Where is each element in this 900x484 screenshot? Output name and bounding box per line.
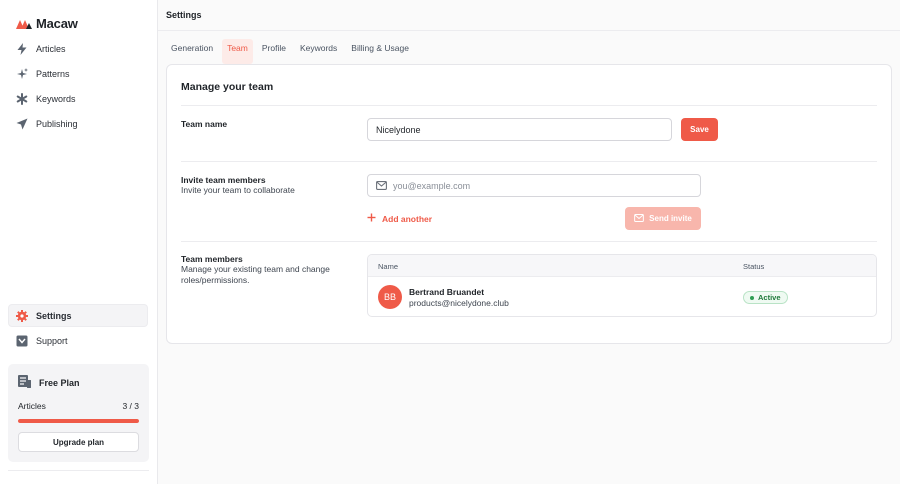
sidebar-item-publishing[interactable]: Publishing	[0, 111, 149, 136]
section-title: Manage your team	[181, 81, 274, 93]
plan-metric-label: Articles	[18, 401, 46, 411]
sidebar-item-label: Patterns	[36, 68, 70, 79]
topbar: Settings	[158, 0, 900, 31]
team-name-value: Nicelydone	[376, 124, 421, 135]
sidebar-nav: Articles Patterns Keywords Publishing	[0, 36, 157, 136]
gear-icon	[16, 309, 28, 322]
sidebar-item-label: Publishing	[36, 118, 78, 129]
status-badge: Active	[743, 291, 788, 304]
plan-title: Free Plan	[39, 377, 80, 388]
sidebar-bottom-nav: Settings Support	[0, 304, 157, 353]
mail-icon	[376, 181, 387, 190]
tab-generation[interactable]: Generation	[166, 39, 218, 64]
main-content: Settings Generation Team Profile Keyword…	[158, 0, 900, 484]
table-row[interactable]: BB Bertrand Bruandet products@nicelydone…	[368, 277, 876, 316]
save-button[interactable]: Save	[681, 118, 718, 141]
column-header-name: Name	[378, 262, 399, 271]
plan-progress-bar	[18, 419, 139, 423]
bolt-icon	[16, 42, 28, 55]
plan-header: Free Plan	[18, 375, 139, 390]
sidebar-item-keywords[interactable]: Keywords	[0, 86, 149, 111]
tab-keywords[interactable]: Keywords	[295, 39, 342, 64]
team-name-label: Team name	[181, 119, 228, 129]
plus-icon	[367, 213, 376, 224]
sidebar-item-label: Support	[36, 335, 68, 346]
invite-members-description: Invite your team to collaborate	[181, 185, 295, 195]
tab-team[interactable]: Team	[222, 39, 253, 64]
sparkles-icon	[16, 67, 28, 80]
plan-usage-row: Articles 3 / 3	[18, 401, 139, 411]
sidebar-divider	[8, 470, 149, 471]
macaw-logo-icon	[16, 20, 32, 29]
send-invite-button[interactable]: Send invite	[625, 207, 701, 230]
member-email: products@nicelydone.club	[409, 298, 509, 308]
sidebar-item-label: Keywords	[36, 93, 76, 104]
brand-name: Macaw	[36, 16, 78, 31]
column-header-status: Status	[743, 262, 765, 271]
plan-metric-value: 3 / 3	[122, 401, 139, 411]
team-name-input[interactable]: Nicelydone	[367, 118, 672, 141]
avatar: BB	[378, 285, 402, 309]
invite-members-label: Invite team members	[181, 175, 266, 185]
team-members-table: Name Status BB Bertrand Bruandet product…	[367, 254, 877, 317]
sidebar-item-articles[interactable]: Articles	[0, 36, 149, 61]
paper-plane-icon	[16, 118, 28, 130]
sidebar-item-settings[interactable]: Settings	[8, 304, 148, 327]
invite-email-placeholder: you@example.com	[393, 180, 471, 191]
plan-card: Free Plan Articles 3 / 3 Upgrade plan	[8, 364, 149, 462]
app-root: Macaw Articles Patterns Keywords Publish…	[0, 0, 900, 484]
team-settings-card: Manage your team Team name Nicelydone Sa…	[166, 64, 892, 344]
table-header: Name Status	[368, 255, 876, 277]
status-label: Active	[758, 293, 781, 302]
divider	[181, 241, 877, 242]
divider	[181, 105, 877, 106]
sidebar: Macaw Articles Patterns Keywords Publish…	[0, 0, 158, 484]
team-members-description: Manage your existing team and change rol…	[181, 264, 330, 285]
page-title: Settings	[166, 10, 202, 20]
status-dot-icon	[750, 295, 754, 300]
sidebar-item-label: Settings	[36, 310, 72, 321]
member-name: Bertrand Bruandet	[409, 287, 485, 297]
sidebar-item-label: Articles	[36, 43, 66, 54]
team-members-label: Team members	[181, 254, 243, 264]
document-icon	[18, 375, 31, 390]
tab-billing-usage[interactable]: Billing & Usage	[346, 39, 414, 64]
tab-profile[interactable]: Profile	[257, 39, 291, 64]
send-invite-label: Send invite	[649, 214, 692, 223]
sidebar-item-patterns[interactable]: Patterns	[0, 61, 149, 86]
sidebar-item-support[interactable]: Support	[0, 328, 149, 353]
upgrade-plan-button[interactable]: Upgrade plan	[18, 432, 139, 452]
logo[interactable]: Macaw	[0, 0, 157, 36]
support-icon	[16, 335, 28, 347]
mail-icon	[634, 213, 645, 224]
plan-progress-fill	[18, 419, 139, 423]
divider	[181, 161, 877, 162]
add-another-label: Add another	[382, 213, 433, 224]
invite-email-input[interactable]: you@example.com	[367, 174, 701, 197]
asterisk-icon	[16, 92, 28, 105]
add-another-button[interactable]: Add another	[367, 213, 432, 224]
settings-tabs: Generation Team Profile Keywords Billing…	[158, 31, 900, 64]
